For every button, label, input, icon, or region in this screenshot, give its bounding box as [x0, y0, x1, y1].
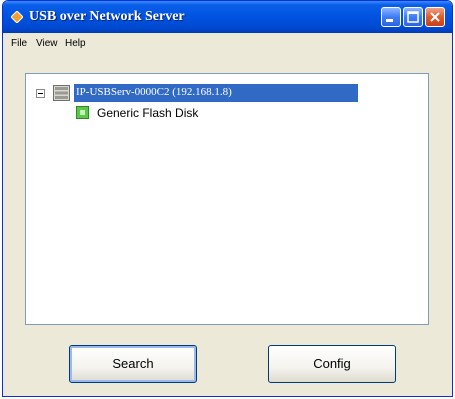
server-label: IP-USBServ-0000C2 (192.168.1.8) [76, 86, 232, 98]
menu-help[interactable]: Help [65, 38, 86, 49]
tree-item-server[interactable]: IP-USBServ-0000C2 (192.168.1.8) [74, 84, 358, 102]
menu-bar: File View Help [3, 33, 452, 55]
window-title: USB over Network Server [29, 9, 185, 24]
usb-disk-icon [76, 106, 89, 119]
tree-item-device[interactable]: Generic Flash Disk [97, 106, 198, 120]
server-icon [53, 85, 70, 101]
close-button[interactable] [425, 7, 445, 27]
config-button[interactable]: Config [268, 345, 396, 383]
minimize-button[interactable] [381, 7, 401, 27]
app-icon [11, 11, 23, 23]
menu-file[interactable]: File [11, 38, 27, 49]
maximize-button[interactable] [403, 7, 423, 27]
search-button[interactable]: Search [69, 345, 197, 383]
title-bar[interactable]: USB over Network Server [3, 1, 452, 33]
collapse-toggle-icon[interactable] [36, 89, 45, 98]
close-icon [430, 12, 440, 22]
app-window: USB over Network Server File View Help I… [2, 0, 453, 397]
menu-view[interactable]: View [36, 38, 58, 49]
device-tree[interactable]: IP-USBServ-0000C2 (192.168.1.8) Generic … [25, 73, 429, 325]
minimize-icon [386, 19, 393, 22]
maximize-icon [407, 11, 419, 23]
